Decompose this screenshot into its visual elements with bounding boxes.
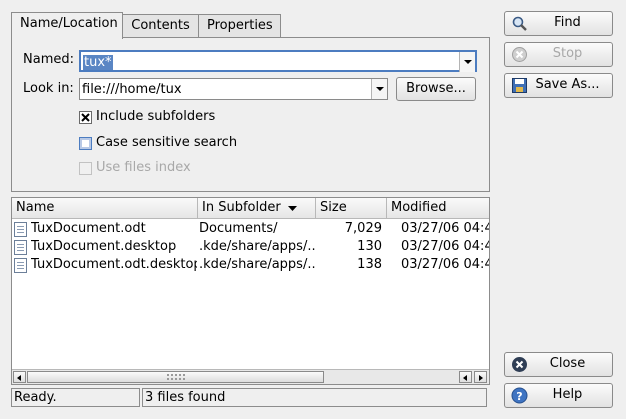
arrow-left-icon [17, 375, 21, 381]
scroll-right-button[interactable] [474, 371, 487, 383]
close-button-label: Close [549, 356, 586, 371]
table-row[interactable]: TuxDocument.desktop .kde/share/apps/... … [12, 238, 489, 256]
arrow-left-icon [463, 375, 467, 381]
row-modified: 03/27/06 04:46 [401, 257, 489, 272]
close-button[interactable]: Close [504, 352, 613, 377]
include-subfolders-checkbox[interactable] [79, 111, 92, 124]
named-input-value: tux* [83, 55, 113, 70]
tab-properties[interactable]: Properties [198, 14, 281, 38]
close-icon [512, 357, 527, 372]
document-icon [14, 240, 27, 255]
svg-text:?: ? [516, 390, 522, 403]
save-as-button[interactable]: Save As... [504, 73, 613, 98]
row-size: 130 [357, 239, 382, 254]
use-files-index-checkbox [79, 162, 92, 175]
lookin-dropdown-arrow-icon[interactable] [371, 79, 387, 99]
row-subfolder: .kde/share/apps/... [199, 257, 315, 272]
tab-name-location[interactable]: Name/Location [11, 12, 123, 39]
checkmark-icon [81, 113, 90, 122]
horizontal-scrollbar[interactable] [12, 369, 489, 384]
row-size: 7,029 [344, 221, 382, 236]
named-label: Named: [23, 52, 74, 67]
results-list[interactable]: Name In Subfolder Size Modified TuxDocum… [11, 197, 490, 385]
save-as-button-label: Save As... [535, 77, 600, 92]
row-subfolder: .kde/share/apps/... [199, 239, 315, 254]
column-header-size-label: Size [320, 200, 347, 215]
named-input[interactable]: tux* [83, 54, 113, 71]
sort-descending-icon [288, 206, 297, 211]
named-combobox[interactable]: tux* [79, 50, 477, 72]
column-header-size[interactable]: Size [316, 198, 387, 219]
row-name: TuxDocument.odt.desktop [31, 257, 197, 272]
help-button-label: Help [552, 387, 583, 402]
lookin-input-value: file:///home/tux [82, 82, 182, 97]
browse-button-label: Browse... [406, 81, 466, 96]
use-files-index-label: Use files index [96, 160, 191, 175]
arrow-right-icon [479, 375, 483, 381]
scroll-left-button[interactable] [13, 371, 26, 383]
stop-button-label: Stop [552, 46, 583, 61]
row-size: 138 [357, 257, 382, 272]
find-button-label: Find [554, 15, 581, 30]
find-button[interactable]: Find [504, 11, 613, 36]
column-header-name[interactable]: Name [12, 198, 198, 219]
table-row[interactable]: TuxDocument.odt Documents/ 7,029 03/27/0… [12, 220, 489, 238]
stop-button: Stop [504, 42, 613, 67]
document-icon [14, 258, 27, 273]
stop-icon [512, 47, 527, 62]
row-modified: 03/27/06 04:47 [401, 221, 489, 236]
column-header-subfolder[interactable]: In Subfolder [198, 198, 316, 219]
tab-contents[interactable]: Contents [122, 14, 199, 38]
scrollbar-thumb[interactable] [27, 371, 324, 383]
status-ready: Ready. [11, 388, 140, 407]
scroll-left-end-button[interactable] [459, 371, 472, 383]
grip-icon [167, 374, 185, 380]
lookin-label: Look in: [23, 81, 74, 96]
row-modified: 03/27/06 04:45 [401, 239, 489, 254]
tab-name-location-label: Name/Location [20, 16, 118, 31]
document-icon [14, 222, 27, 237]
row-subfolder: Documents/ [199, 221, 278, 236]
browse-button[interactable]: Browse... [396, 77, 476, 101]
tab-properties-label: Properties [207, 18, 273, 33]
column-header-modified-label: Modified [391, 200, 447, 215]
magnifier-icon [512, 16, 527, 31]
include-subfolders-label: Include subfolders [96, 109, 216, 124]
table-row[interactable]: TuxDocument.odt.desktop .kde/share/apps/… [12, 256, 489, 274]
save-icon [512, 78, 527, 93]
column-header-modified[interactable]: Modified [387, 198, 489, 219]
case-sensitive-checkbox[interactable] [79, 137, 92, 150]
help-button[interactable]: ? Help [504, 383, 613, 408]
case-sensitive-label: Case sensitive search [96, 135, 238, 150]
lookin-combobox[interactable]: file:///home/tux [79, 78, 388, 100]
row-name: TuxDocument.desktop [31, 239, 177, 254]
column-header-name-label: Name [16, 200, 55, 215]
help-icon: ? [511, 387, 528, 404]
tab-contents-label: Contents [131, 18, 190, 33]
status-file-count: 3 files found [142, 388, 487, 407]
column-header-subfolder-label: In Subfolder [202, 200, 281, 215]
row-name: TuxDocument.odt [31, 221, 146, 236]
name-location-panel: Named: tux* Look in: file:///home/tux Br… [11, 37, 490, 192]
named-dropdown-arrow-icon[interactable] [459, 52, 475, 72]
